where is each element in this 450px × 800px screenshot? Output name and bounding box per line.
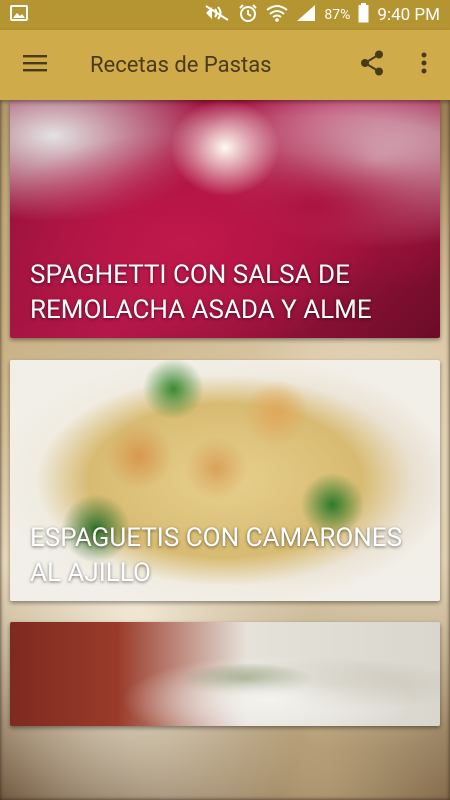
app-title: Recetas de Pastas	[90, 52, 272, 78]
recipe-card[interactable]: SPAGHETTI CON SALSA DE REMOLACHA ASADA Y…	[10, 100, 440, 338]
more-vert-icon	[421, 52, 427, 78]
recipe-card[interactable]: ESPAGUETIS CON CAMARONES AL AJILLO	[10, 360, 440, 601]
menu-button[interactable]	[0, 30, 70, 100]
share-icon	[360, 50, 384, 80]
wifi-icon	[266, 4, 289, 26]
recipe-title: ESPAGUETIS CON CAMARONES AL AJILLO	[30, 523, 403, 588]
battery-icon	[358, 3, 369, 27]
status-bar: 87% 9:40 PM	[0, 0, 450, 30]
battery-percent: 87%	[324, 7, 351, 23]
clock: 9:40 PM	[377, 5, 440, 25]
recipe-card[interactable]	[10, 622, 440, 726]
signal-icon	[296, 4, 316, 26]
app-bar: Recetas de Pastas	[0, 30, 450, 100]
alarm-icon	[238, 3, 258, 27]
mute-icon	[204, 4, 230, 26]
image-icon	[10, 5, 28, 25]
menu-icon	[23, 54, 47, 76]
recipe-image	[10, 622, 440, 726]
share-button[interactable]	[346, 30, 398, 100]
recipe-title: SPAGHETTI CON SALSA DE REMOLACHA ASADA Y…	[30, 260, 372, 325]
more-options-button[interactable]	[398, 30, 450, 100]
recipe-list[interactable]: SPAGHETTI CON SALSA DE REMOLACHA ASADA Y…	[0, 100, 450, 800]
